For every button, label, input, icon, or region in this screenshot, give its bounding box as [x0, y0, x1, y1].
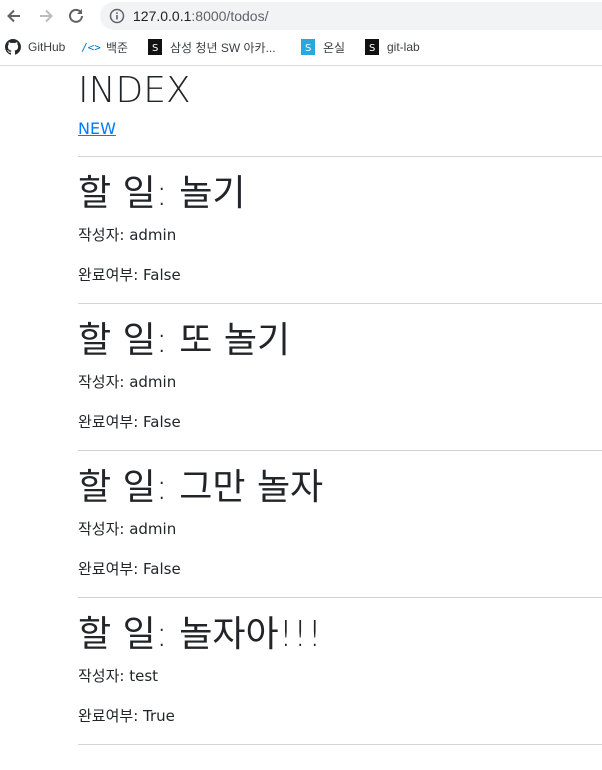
todo-title: 할 일: 또 놀기: [78, 320, 291, 361]
todo-author: 작성자: test: [78, 667, 159, 685]
arrow-left-icon: [7, 9, 20, 23]
reload-button[interactable]: [64, 4, 88, 28]
github-icon: [5, 39, 21, 55]
toolbar-divider: [0, 65, 602, 66]
todo-completed: 완료여부: False: [78, 413, 181, 431]
todo-completed: 완료여부: False: [78, 560, 181, 578]
bookmark-baekjoon[interactable]: /<> 백준: [81, 37, 129, 57]
todo-completed: 완료여부: False: [78, 266, 181, 284]
bookmark-label: 백준: [106, 40, 129, 55]
divider: [78, 744, 602, 745]
todo-title: 할 일: 놀자아!!!: [78, 614, 322, 655]
bookmark-github[interactable]: GitHub: [5, 37, 65, 57]
svg-text:S: S: [369, 43, 375, 54]
bookmarks-bar: GitHub /<> 백준 S 삼성 청년 SW 아카... S 온실 S gi…: [0, 33, 602, 61]
todo-author: 작성자: admin: [78, 226, 177, 244]
todo-title: 할 일: 그만 놀자: [78, 467, 324, 508]
todo-author: 작성자: admin: [78, 520, 177, 538]
code-icon: /<>: [81, 40, 101, 54]
bookmark-s-icon: S: [300, 39, 316, 55]
bookmark-ssafy[interactable]: S 삼성 청년 SW 아카...: [147, 37, 276, 57]
reload-icon: [69, 8, 83, 23]
todo-title: 할 일: 놀기: [78, 173, 246, 214]
page-title: INDEX: [78, 70, 191, 111]
address-bar[interactable]: 127.0.0.1:8000/todos/: [100, 2, 602, 30]
bookmark-gitlab[interactable]: S git-lab: [364, 37, 420, 57]
bookmark-label: GitHub: [28, 40, 66, 54]
browser-toolbar: 127.0.0.1:8000/todos/: [0, 0, 602, 33]
todo-completed: 완료여부: True: [78, 707, 175, 725]
svg-text:S: S: [152, 43, 158, 54]
bookmark-label: git-lab: [387, 40, 420, 54]
bookmark-label: 삼성 청년 SW 아카...: [170, 40, 276, 55]
url-text[interactable]: 127.0.0.1:8000/todos/: [133, 7, 268, 25]
todo-author: 작성자: admin: [78, 373, 177, 391]
divider: [78, 450, 602, 451]
divider: [78, 597, 602, 598]
info-icon[interactable]: [109, 8, 125, 24]
bookmark-s-icon: S: [147, 39, 163, 55]
arrow-right-icon: [40, 9, 53, 23]
back-button[interactable]: [2, 4, 26, 28]
new-todo-link[interactable]: NEW: [78, 119, 116, 139]
bookmark-label: 온실: [323, 40, 346, 55]
url-host: 127.0.0.1: [133, 8, 192, 24]
bookmark-s-icon: S: [364, 39, 380, 55]
svg-text:S: S: [305, 43, 311, 54]
divider: [78, 303, 602, 304]
bookmark-onsil[interactable]: S 온실: [300, 37, 345, 57]
forward-button[interactable]: [34, 4, 58, 28]
url-path: :8000/todos/: [191, 8, 269, 24]
divider: [78, 156, 602, 157]
